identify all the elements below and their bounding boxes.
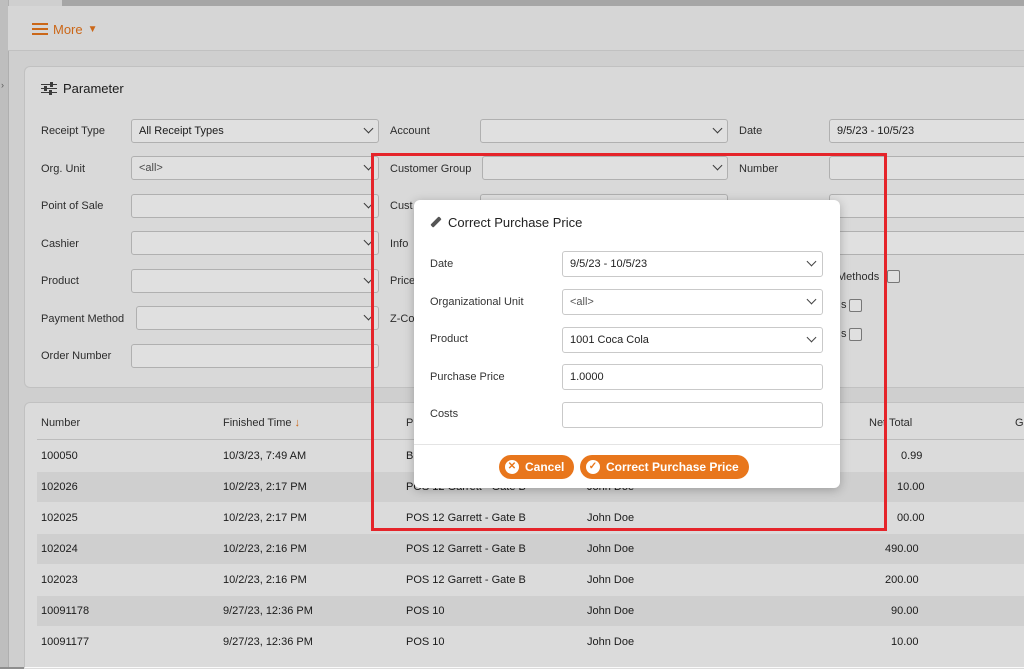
app-window: › More ▼ Parameter Receipt Type All Rece…: [0, 0, 1024, 669]
highlight-annotation-box: [371, 153, 887, 531]
